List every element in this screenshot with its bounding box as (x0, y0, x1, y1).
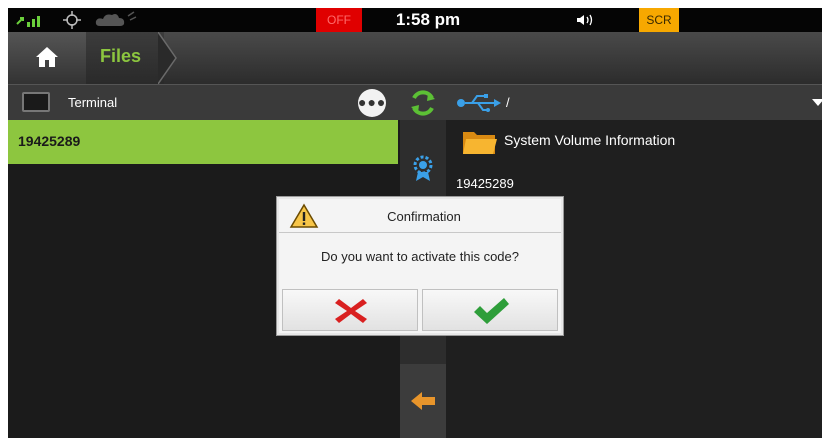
source-label: Terminal (68, 95, 118, 110)
breadcrumb-files[interactable]: Files (86, 32, 164, 84)
home-icon (36, 47, 58, 67)
transfer-button-area (400, 364, 446, 438)
nav-bar: Files (8, 32, 822, 84)
home-button[interactable] (8, 32, 86, 84)
list-item[interactable]: 19425289 (8, 120, 398, 164)
list-item-label: 19425289 (456, 176, 514, 191)
more-options-button[interactable]: ●●● (358, 89, 386, 117)
cancel-button[interactable] (282, 289, 418, 331)
gps-icon (63, 11, 81, 29)
usb-icon (457, 94, 501, 112)
signal-icon (16, 16, 40, 27)
chevron-down-icon[interactable] (812, 99, 822, 106)
list-item[interactable]: System Volume Information (446, 120, 822, 160)
dialog-header: Confirmation (279, 199, 561, 233)
clock: 1:58 pm (395, 10, 461, 29)
off-badge: OFF (316, 8, 362, 32)
breadcrumb-chevron-icon (158, 32, 177, 84)
list-item-label: 19425289 (18, 133, 81, 149)
more-icon: ●●● (358, 94, 387, 110)
dialog-title: Confirmation (387, 209, 461, 224)
confirm-button[interactable] (422, 289, 558, 331)
check-icon (474, 298, 509, 324)
scr-badge: SCR (639, 8, 679, 32)
folder-icon (463, 132, 497, 154)
cloud-icon (95, 11, 137, 26)
arrow-left-icon[interactable] (409, 390, 437, 412)
dialog-buttons (282, 289, 558, 331)
refresh-icon[interactable] (408, 89, 438, 117)
confirmation-dialog: Confirmation Do you want to activate thi… (277, 197, 563, 335)
right-pane-toolbar: / (446, 84, 822, 121)
breadcrumb-files-label: Files (100, 46, 142, 66)
cross-icon (335, 299, 367, 323)
status-bar: OFF 1:58 pm SCR (8, 8, 822, 32)
dialog-message: Do you want to activate this code? (320, 249, 519, 264)
terminal-screen: OFF 1:58 pm SCR Files Terminal ●●● / 194… (8, 8, 822, 438)
speaker-icon (577, 14, 593, 26)
sync-toolbar (400, 84, 446, 121)
list-item[interactable]: 19425289 (446, 168, 822, 198)
terminal-icon (22, 92, 50, 112)
code-activation-icon[interactable] (410, 152, 436, 182)
path-label: / (506, 95, 510, 110)
list-item-label: System Volume Information (504, 132, 676, 148)
left-pane-toolbar: Terminal ●●● (8, 84, 400, 121)
